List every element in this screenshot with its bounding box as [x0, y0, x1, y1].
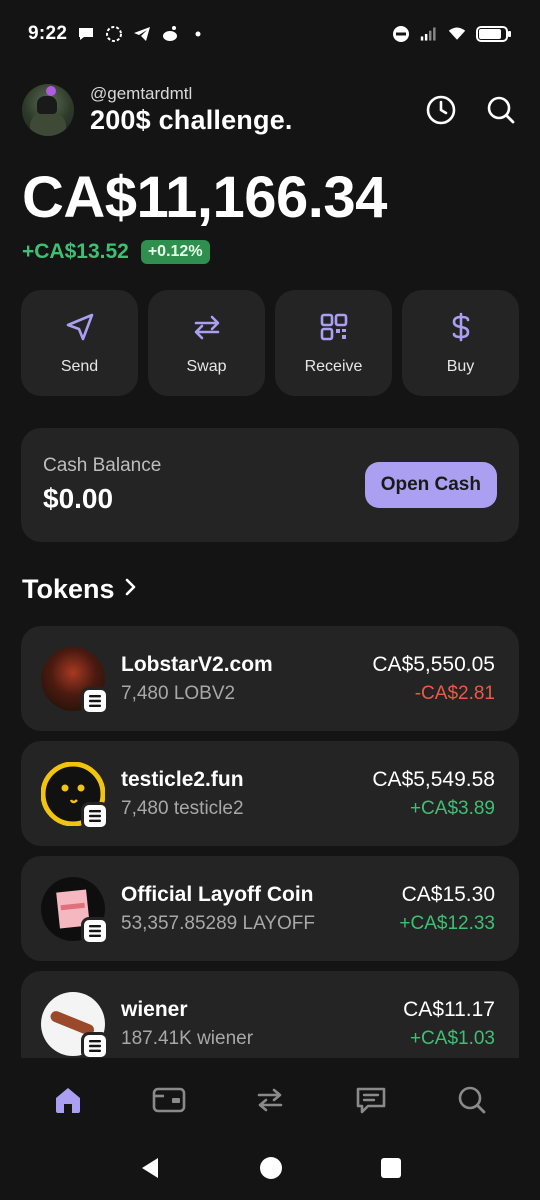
header-actions	[424, 93, 518, 127]
token-name: LobstarV2.com	[121, 652, 273, 676]
send-button[interactable]: Send	[21, 290, 138, 396]
status-left: 9:22	[28, 23, 207, 45]
bottom-nav	[0, 1060, 540, 1140]
swap-label: Swap	[186, 357, 227, 375]
home-circle-icon[interactable]	[259, 1156, 283, 1185]
token-change: -CA$2.81	[414, 682, 495, 704]
swap-button[interactable]: Swap	[148, 290, 265, 396]
tokens-header[interactable]: Tokens	[22, 574, 141, 605]
receive-button[interactable]: Receive	[275, 290, 392, 396]
solana-chain-icon	[81, 686, 109, 715]
solana-chain-icon	[81, 916, 109, 945]
wallet-icon[interactable]	[144, 1075, 194, 1125]
token-value: CA$11.17	[403, 997, 495, 1021]
token-name: Official Layoff Coin	[121, 882, 314, 906]
token-value: CA$15.30	[401, 882, 495, 906]
signal-app-icon	[105, 25, 123, 43]
action-buttons: Send Swap Receive Buy	[21, 290, 519, 396]
home-icon[interactable]	[43, 1075, 93, 1125]
status-time: 9:22	[28, 23, 68, 44]
change-amount: +CA$13.52	[22, 240, 129, 263]
swap-icon	[191, 311, 223, 348]
token-amount: 187.41K wiener	[121, 1027, 254, 1049]
change-percent-badge: +0.12%	[140, 240, 210, 264]
token-info: testicle2.fun 7,480 testicle2	[121, 768, 244, 820]
account-name: 200$ challenge.	[90, 105, 293, 135]
token-info: LobstarV2.com 7,480 LOBV2	[121, 653, 273, 705]
profile-header: @gemtardmtl 200$ challenge.	[22, 80, 518, 140]
wifi-icon	[448, 25, 466, 43]
layoff-token-logo	[41, 876, 109, 945]
token-list: LobstarV2.com 7,480 LOBV2 CA$5,550.05 -C…	[21, 626, 519, 1058]
battery-icon	[476, 25, 512, 43]
wiener-token-logo	[41, 991, 109, 1058]
token-change: +CA$1.03	[409, 1027, 495, 1049]
explore-search-icon[interactable]	[447, 1075, 497, 1125]
token-row[interactable]: testicle2.fun 7,480 testicle2 CA$5,549.5…	[21, 741, 519, 846]
token-row[interactable]: wiener 187.41K wiener CA$11.17 +CA$1.03	[21, 971, 519, 1058]
token-amount: 53,357.85289 LAYOFF	[121, 912, 315, 934]
token-value: CA$5,550.05	[372, 652, 495, 676]
token-info: wiener 187.41K wiener	[121, 998, 253, 1050]
messages-icon[interactable]	[346, 1075, 396, 1125]
token-name: wiener	[121, 997, 188, 1021]
system-nav	[0, 1140, 540, 1200]
profile-handle: @gemtardmtl	[90, 84, 193, 103]
profile-text[interactable]: @gemtardmtl 200$ challenge.	[90, 84, 293, 136]
token-value: CA$5,549.58	[372, 767, 495, 791]
token-info: Official Layoff Coin 53,357.85289 LAYOFF	[121, 883, 315, 935]
token-amount: 7,480 LOBV2	[121, 682, 236, 704]
recents-icon[interactable]	[380, 1157, 402, 1184]
token-amount: 7,480 testicle2	[121, 797, 244, 819]
token-change: +CA$3.89	[409, 797, 495, 819]
chevron-right-icon	[121, 576, 141, 603]
back-icon[interactable]	[138, 1156, 162, 1185]
send-icon	[64, 311, 96, 348]
do-not-disturb-icon	[392, 25, 410, 43]
dollar-icon	[445, 311, 477, 348]
token-row[interactable]: Official Layoff Coin 53,357.85289 LAYOFF…	[21, 856, 519, 961]
token-row[interactable]: LobstarV2.com 7,480 LOBV2 CA$5,550.05 -C…	[21, 626, 519, 731]
avatar[interactable]	[22, 84, 74, 136]
qr-code-icon	[318, 311, 350, 348]
portfolio-balance: CA$11,166.34	[22, 165, 387, 230]
token-name: testicle2.fun	[121, 767, 244, 791]
tokens-title: Tokens	[22, 574, 115, 604]
solana-chain-icon	[81, 801, 109, 830]
balance-change: +CA$13.52 +0.12%	[22, 240, 210, 264]
buy-label: Buy	[446, 357, 475, 375]
token-values: CA$11.17 +CA$1.03	[403, 998, 495, 1050]
lobster-token-logo	[41, 646, 109, 715]
buy-button[interactable]: Buy	[402, 290, 519, 396]
send-label: Send	[60, 357, 99, 375]
telegram-icon	[133, 25, 151, 43]
chat-bubble-icon	[77, 25, 95, 43]
cash-balance-label: Cash Balance	[43, 455, 162, 476]
cell-signal-icon	[420, 25, 438, 43]
status-bar: 9:22	[0, 0, 540, 68]
solana-chain-icon	[81, 1031, 109, 1058]
search-icon[interactable]	[484, 93, 518, 127]
receive-label: Receive	[304, 357, 363, 375]
swap-nav-icon[interactable]	[245, 1075, 295, 1125]
token-values: CA$15.30 +CA$12.33	[399, 883, 495, 935]
smiley-token-logo	[41, 761, 109, 830]
status-right	[392, 25, 512, 43]
dot-icon	[189, 25, 207, 43]
reddit-icon	[161, 25, 179, 43]
token-values: CA$5,550.05 -CA$2.81	[372, 653, 495, 705]
cash-balance-value: $0.00	[43, 483, 114, 514]
cash-balance-card: Cash Balance $0.00 Open Cash	[21, 428, 519, 542]
token-values: CA$5,549.58 +CA$3.89	[372, 768, 495, 820]
open-cash-button[interactable]: Open Cash	[364, 462, 497, 508]
cash-text: Cash Balance $0.00	[43, 455, 161, 515]
token-change: +CA$12.33	[399, 912, 495, 934]
history-icon[interactable]	[424, 93, 458, 127]
